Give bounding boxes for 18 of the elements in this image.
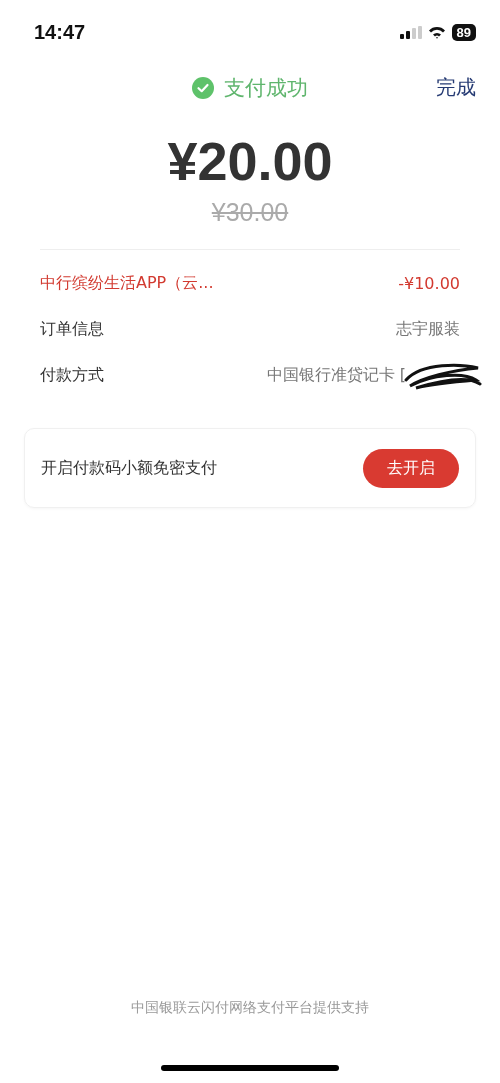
detail-value: -¥10.00 <box>398 273 460 293</box>
done-button[interactable]: 完成 <box>436 74 476 101</box>
wifi-icon <box>427 25 446 39</box>
success-title: 支付成功 <box>224 75 308 102</box>
promo-text: 开启付款码小额免密支付 <box>41 457 217 479</box>
check-icon <box>192 77 214 99</box>
battery-indicator: 89 <box>451 23 476 41</box>
status-time: 14:47 <box>34 20 86 44</box>
signal-icon <box>399 25 422 39</box>
detail-label: 中行缤纷生活APP（云... <box>40 272 214 294</box>
detail-value: 志宇服装 <box>396 318 460 340</box>
enable-button[interactable]: 去开启 <box>363 448 459 488</box>
detail-label: 订单信息 <box>40 318 104 340</box>
original-amount: ¥30.00 <box>211 198 289 227</box>
detail-label: 付款方式 <box>40 364 104 386</box>
detail-value: 中国银行准贷记卡 [ <box>266 364 406 386</box>
footer-text: 中国银联云闪付网络支付平台提供支持 <box>130 999 370 1017</box>
paid-amount: ¥20.00 <box>166 130 334 192</box>
